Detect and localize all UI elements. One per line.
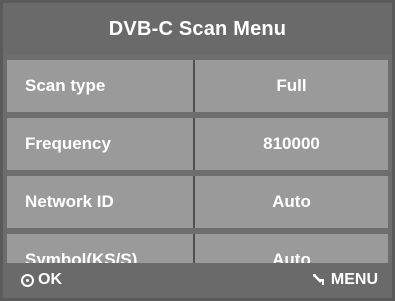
row-frequency[interactable]: Frequency 810000 (7, 118, 388, 170)
network-id-label: Network ID (25, 192, 114, 211)
menu-title: DVB-C Scan Menu (3, 3, 392, 55)
frequency-label: Frequency (25, 134, 111, 153)
menu-label: MENU (330, 271, 378, 288)
row-network-id[interactable]: Network ID Auto (7, 176, 388, 228)
frequency-value[interactable]: 810000 (195, 118, 388, 170)
ok-label: OK (38, 271, 62, 288)
scan-type-label: Scan type (25, 76, 106, 95)
settings-list: Scan type Full Frequency 810000 Network … (7, 60, 388, 286)
ok-hint[interactable]: OK (21, 271, 62, 289)
footer-hints: OK MENU (3, 263, 392, 298)
row-scan-type[interactable]: Scan type Full (7, 60, 388, 112)
network-id-value[interactable]: Auto (195, 176, 388, 228)
return-arrow-icon (312, 273, 326, 287)
dvb-c-scan-menu: DVB-C Scan Menu Scan type Full Frequency… (0, 0, 395, 301)
ok-button-icon (21, 273, 34, 287)
scan-type-value[interactable]: Full (195, 60, 388, 112)
menu-hint[interactable]: MENU (312, 271, 378, 289)
